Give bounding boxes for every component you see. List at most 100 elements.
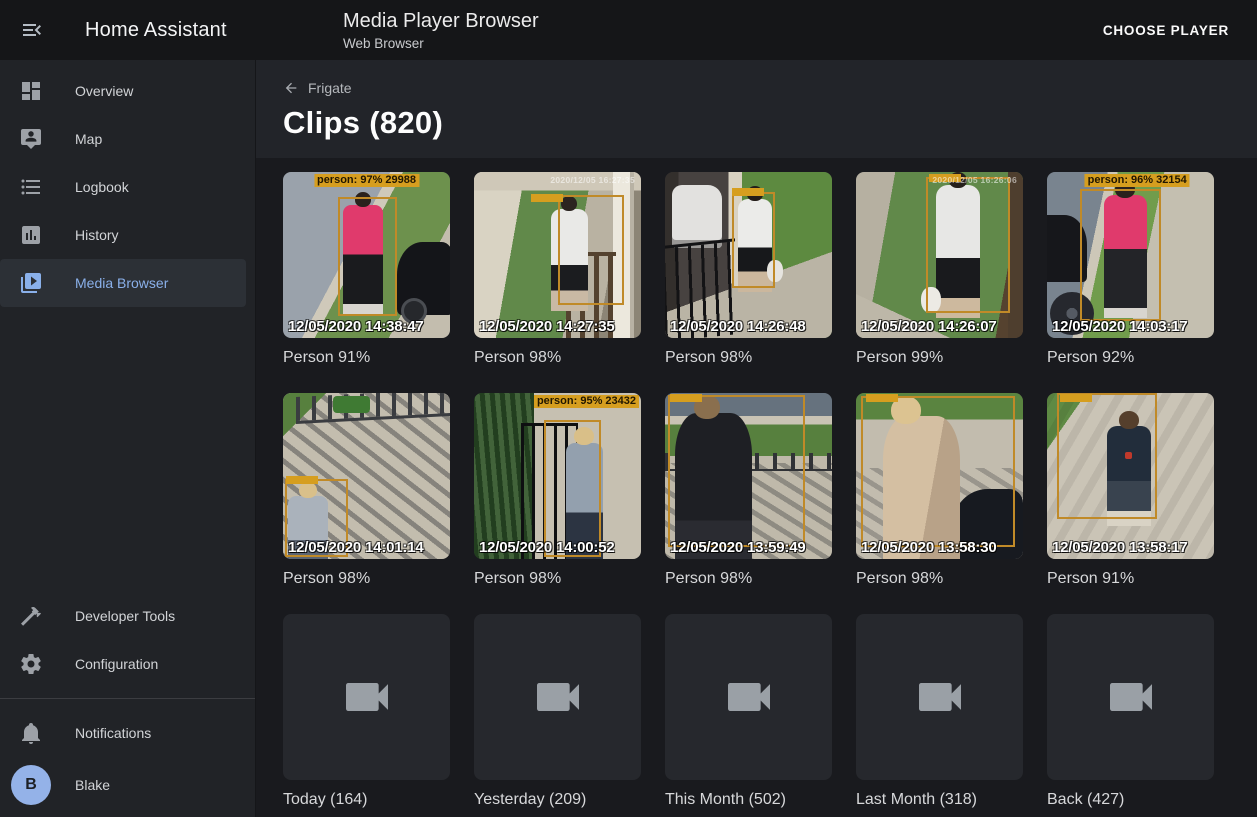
detection-bounding-box — [544, 420, 601, 558]
folder-thumbnail — [474, 614, 641, 780]
clip-tile[interactable]: 12/05/2020 13:59:49 Person 98% — [665, 393, 832, 589]
clip-thumbnail: person: 97% 29988 12/05/2020 14:38:47 — [283, 172, 450, 338]
detection-label-chip — [732, 188, 764, 196]
detection-bounding-box — [926, 177, 1010, 313]
video-icon — [1103, 669, 1159, 725]
folder-tile-yesterday[interactable]: Yesterday (209) — [474, 614, 641, 810]
sidebar-item-configuration[interactable]: Configuration — [0, 640, 246, 688]
clip-caption: Person 98% — [474, 347, 641, 368]
detection-label-chip: person: 95% 23432 — [534, 395, 639, 408]
clip-tile[interactable]: 12/05/2020 13:58:17 Person 91% — [1047, 393, 1214, 589]
detection-bounding-box — [338, 197, 396, 317]
detection-bounding-box — [1080, 189, 1160, 322]
video-icon — [339, 669, 395, 725]
sidebar-bottom-section: Developer Tools Configuration Notificati… — [0, 592, 255, 817]
folder-thumbnail — [1047, 614, 1214, 780]
folder-caption: Yesterday (209) — [474, 789, 641, 810]
media-browser-content[interactable]: person: 97% 29988 12/05/2020 14:38:47 Pe… — [256, 158, 1257, 817]
clip-timestamp-overlay: 12/05/2020 13:58:30 — [861, 539, 997, 556]
panel-title: Media Player Browser — [343, 9, 539, 33]
panel-subtitle: Web Browser — [343, 35, 539, 53]
folder-tile-today[interactable]: Today (164) — [283, 614, 450, 810]
app-title: Home Assistant — [85, 19, 227, 42]
bell-icon — [19, 721, 43, 745]
page-title: Clips (820) — [283, 105, 1257, 141]
clip-tile[interactable]: 12/05/2020 14:26:48 Person 98% — [665, 172, 832, 368]
detection-label-chip — [670, 394, 702, 402]
clip-tile[interactable]: 2020/12/05 16:26:06 12/05/2020 14:26:07 … — [856, 172, 1023, 368]
sidebar-divider — [0, 698, 255, 699]
folder-thumbnail — [665, 614, 832, 780]
folder-thumbnail — [283, 614, 450, 780]
arrow-left-icon — [283, 80, 299, 96]
choose-player-button[interactable]: CHOOSE PLAYER — [1095, 15, 1237, 46]
sidebar-item-label: Notifications — [75, 725, 151, 741]
clip-timestamp-overlay: 12/05/2020 14:03:17 — [1052, 318, 1188, 335]
detection-label-chip: person: 96% 32154 — [1085, 174, 1190, 187]
clip-timestamp-overlay: 12/05/2020 14:26:48 — [670, 318, 806, 335]
sidebar: Overview Map Logbook History Media Brows… — [0, 60, 256, 817]
folder-thumbnail — [856, 614, 1023, 780]
clip-grid: person: 97% 29988 12/05/2020 14:38:47 Pe… — [256, 158, 1257, 817]
gear-icon — [19, 652, 43, 676]
clip-tile[interactable]: 2020/12/05 16:27:35 12/05/2020 14:27:35 … — [474, 172, 641, 368]
folder-caption: Last Month (318) — [856, 789, 1023, 810]
clip-tile[interactable]: person: 96% 32154 12/05/2020 14:03:17 Pe… — [1047, 172, 1214, 368]
detection-bounding-box — [732, 192, 775, 288]
poll-box-icon — [19, 223, 43, 247]
clip-tile[interactable]: 12/05/2020 13:58:30 Person 98% — [856, 393, 1023, 589]
clip-thumbnail: 12/05/2020 14:26:48 — [665, 172, 832, 338]
sidebar-user-profile[interactable]: B Blake — [0, 757, 255, 813]
clip-caption: Person 98% — [665, 347, 832, 368]
folder-tile-last-month[interactable]: Last Month (318) — [856, 614, 1023, 810]
clip-caption: Person 98% — [665, 568, 832, 589]
sidebar-item-media-browser[interactable]: Media Browser — [0, 259, 246, 307]
detection-bounding-box — [861, 396, 1015, 547]
sidebar-nav: Overview Map Logbook History Media Brows… — [0, 67, 255, 307]
clip-thumbnail: person: 95% 23432 12/05/2020 14:00:52 — [474, 393, 641, 559]
folder-caption: This Month (502) — [665, 789, 832, 810]
sidebar-toggle-button[interactable] — [8, 6, 56, 54]
detection-label-chip — [531, 194, 563, 202]
detection-label-chip — [866, 394, 898, 402]
detection-bounding-box — [558, 195, 625, 305]
detection-bounding-box — [668, 395, 805, 548]
camera-osd-timestamp: 2020/12/05 16:26:06 — [932, 175, 1017, 185]
sidebar-item-notifications[interactable]: Notifications — [0, 709, 246, 757]
clip-caption: Person 91% — [283, 347, 450, 368]
sidebar-item-overview[interactable]: Overview — [0, 67, 246, 115]
clip-caption: Person 99% — [856, 347, 1023, 368]
sidebar-item-logbook[interactable]: Logbook — [0, 163, 246, 211]
video-icon — [721, 669, 777, 725]
panel-title-block: Media Player Browser Web Browser — [343, 9, 539, 53]
clip-thumbnail: 12/05/2020 13:58:17 — [1047, 393, 1214, 559]
content-header: Frigate Clips (820) — [256, 60, 1257, 158]
user-name: Blake — [75, 777, 110, 793]
clip-timestamp-overlay: 12/05/2020 14:38:47 — [288, 318, 424, 335]
clip-caption: Person 98% — [474, 568, 641, 589]
clip-timestamp-overlay: 12/05/2020 14:27:35 — [479, 318, 615, 335]
clip-thumbnail: 2020/12/05 16:26:06 12/05/2020 14:26:07 — [856, 172, 1023, 338]
clip-caption: Person 91% — [1047, 568, 1214, 589]
detection-label-chip: person: 97% 29988 — [314, 174, 419, 187]
clip-timestamp-overlay: 12/05/2020 13:58:17 — [1052, 539, 1188, 556]
clip-timestamp-overlay: 12/05/2020 14:26:07 — [861, 318, 997, 335]
folder-caption: Back (427) — [1047, 789, 1214, 810]
folder-tile-this-month[interactable]: This Month (502) — [665, 614, 832, 810]
top-app-bar: Home Assistant Media Player Browser Web … — [0, 0, 1257, 60]
detection-label-chip — [286, 476, 318, 484]
folder-tile-back[interactable]: Back (427) — [1047, 614, 1214, 810]
sidebar-item-developer-tools[interactable]: Developer Tools — [0, 592, 246, 640]
clip-tile[interactable]: 12/05/2020 14:01:14 Person 98% — [283, 393, 450, 589]
sidebar-item-history[interactable]: History — [0, 211, 246, 259]
clip-tile[interactable]: person: 95% 23432 12/05/2020 14:00:52 Pe… — [474, 393, 641, 589]
clip-timestamp-overlay: 12/05/2020 14:00:52 — [479, 539, 615, 556]
clip-caption: Person 92% — [1047, 347, 1214, 368]
video-icon — [530, 669, 586, 725]
breadcrumb-back[interactable]: Frigate — [283, 80, 352, 96]
detection-bounding-box — [1057, 393, 1157, 519]
clip-tile[interactable]: person: 97% 29988 12/05/2020 14:38:47 Pe… — [283, 172, 450, 368]
clip-thumbnail: 12/05/2020 13:58:30 — [856, 393, 1023, 559]
format-list-bulleted-icon — [19, 175, 43, 199]
sidebar-item-map[interactable]: Map — [0, 115, 246, 163]
